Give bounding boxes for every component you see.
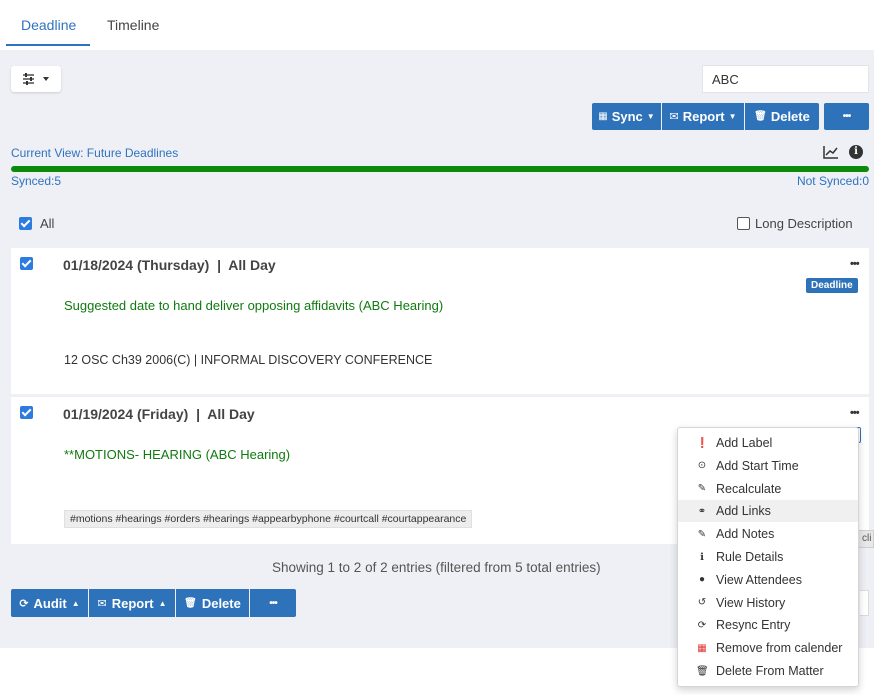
envelope-icon: ✉ bbox=[97, 597, 107, 610]
refresh-icon: ⟳ bbox=[19, 597, 29, 610]
entry-tags: #motions #hearings #orders #hearings #ap… bbox=[64, 510, 473, 528]
envelope-icon: ✉ bbox=[669, 111, 679, 123]
menu-item-label: Remove from calender bbox=[716, 641, 843, 656]
tab-deadline[interactable]: Deadline bbox=[21, 17, 76, 33]
long-description-label: Long Description bbox=[755, 216, 853, 231]
more-label: ••• bbox=[842, 111, 851, 122]
refresh-icon: ⟳ bbox=[697, 619, 707, 631]
sync-progress-fill bbox=[11, 166, 869, 172]
link-icon: ⚭ bbox=[697, 505, 707, 517]
footer-delete-button[interactable]: 🗑 Delete bbox=[176, 589, 249, 617]
entry-context-menu: ❗ Add Label ⊙ Add Start Time ✎ Recalculate ⚭ Ad… bbox=[677, 427, 859, 687]
select-all-label: All bbox=[40, 216, 55, 231]
menu-item-delete-from-matter[interactable]: 🗑 Delete From Matter bbox=[678, 660, 858, 682]
calendar-icon: ▦ bbox=[598, 111, 608, 122]
menu-item-label: Resync Entry bbox=[716, 618, 791, 633]
not-synced-count[interactable]: Not Synced:0 bbox=[797, 174, 869, 188]
sync-label: Sync bbox=[611, 109, 643, 124]
entry-date: 01/19/2024 (Friday) | All Day bbox=[63, 406, 255, 422]
menu-item-label: View Attendees bbox=[716, 572, 802, 587]
info-icon[interactable]: i bbox=[849, 145, 863, 159]
active-tab-underline bbox=[6, 44, 90, 46]
caret-down-icon: ▼ bbox=[728, 112, 737, 121]
caret-down-icon: ▼ bbox=[646, 112, 655, 121]
entry-date: 01/18/2024 (Thursday) | All Day bbox=[63, 257, 276, 273]
deadline-badge: Deadline bbox=[806, 278, 858, 293]
pin-icon: ❗ bbox=[696, 437, 709, 449]
search-input[interactable] bbox=[702, 65, 869, 93]
entry-more-button[interactable]: ••• bbox=[850, 258, 860, 270]
menu-item-rule-details[interactable]: ℹ Rule Details bbox=[678, 546, 858, 568]
entry-rule: 12 OSC Ch39 2006(C) | INFORMAL DISCOVERY… bbox=[64, 353, 433, 367]
entry-more-button[interactable]: ••• bbox=[850, 407, 860, 419]
entry-title[interactable]: **MOTIONS- HEARING (ABC Hearing) bbox=[64, 447, 290, 462]
calendar-remove-icon: ▦ bbox=[697, 642, 707, 654]
menu-item-add-notes[interactable]: ✎ Add Notes bbox=[678, 523, 858, 545]
entries-summary: Showing 1 to 2 of 2 entries (filtered fr… bbox=[272, 560, 601, 575]
delete-label: Delete bbox=[770, 109, 810, 124]
sliders-icon bbox=[23, 73, 49, 85]
entry-title[interactable]: Suggested date to hand deliver opposing … bbox=[64, 298, 443, 313]
menu-item-label: Recalculate bbox=[716, 481, 782, 496]
clock-icon: ⊙ bbox=[697, 460, 707, 472]
caret-up-icon: ▲ bbox=[71, 598, 80, 608]
menu-item-label: Add Notes bbox=[716, 527, 775, 542]
footer-report-button[interactable]: ✉ Report ▲ bbox=[89, 589, 175, 617]
menu-item-label: View History bbox=[716, 595, 786, 610]
history-icon: ↺ bbox=[697, 597, 707, 609]
footer-report-label: Report bbox=[111, 595, 154, 611]
tab-timeline[interactable]: Timeline bbox=[107, 17, 159, 33]
filter-settings-button[interactable] bbox=[11, 66, 61, 92]
more-actions-button[interactable]: ••• bbox=[824, 103, 869, 130]
delete-button[interactable]: 🗑 Delete bbox=[745, 103, 819, 130]
menu-item-label: Add Label bbox=[716, 436, 773, 450]
report-label: Report bbox=[682, 109, 725, 124]
audit-button[interactable]: ⟳ Audit ▲ bbox=[11, 589, 88, 617]
edit-icon: ✎ bbox=[697, 528, 707, 540]
report-button[interactable]: ✉ Report ▼ bbox=[662, 103, 744, 130]
footer-more-button[interactable]: ••• bbox=[250, 589, 296, 617]
menu-item-label: Rule Details bbox=[716, 550, 784, 564]
footer-more-label: ••• bbox=[269, 597, 277, 609]
entry-checkbox[interactable] bbox=[20, 257, 33, 270]
tooltip: cli bbox=[857, 530, 874, 548]
footer-delete-label: Delete bbox=[201, 595, 241, 611]
audit-label: Audit bbox=[33, 595, 67, 611]
menu-item-resync-entry[interactable]: ⟳ Resync Entry bbox=[678, 614, 858, 636]
menu-item-label: Add Start Time bbox=[716, 458, 799, 473]
entry-checkbox[interactable] bbox=[20, 406, 33, 419]
current-view-link[interactable]: Current View: Future Deadlines bbox=[11, 146, 178, 160]
trash-icon: 🗑 bbox=[184, 597, 197, 609]
synced-count[interactable]: Synced:5 bbox=[11, 174, 61, 188]
menu-item-view-attendees[interactable]: ● View Attendees bbox=[678, 569, 858, 591]
sync-button[interactable]: ▦ Sync ▼ bbox=[592, 103, 661, 130]
trash-icon: 🗑 bbox=[754, 111, 767, 122]
menu-item-view-history[interactable]: ↺ View History bbox=[678, 592, 858, 614]
deadline-entry: 01/18/2024 (Thursday) | All Day ••• Dead… bbox=[11, 248, 869, 394]
menu-item-add-start-time[interactable]: ⊙ Add Start Time bbox=[678, 455, 858, 477]
line-chart-icon[interactable] bbox=[823, 145, 839, 159]
user-icon: ● bbox=[698, 574, 706, 586]
menu-item-remove-from-calender[interactable]: ▦ Remove from calender bbox=[678, 637, 858, 659]
info-icon: ℹ bbox=[700, 551, 704, 563]
select-all-checkbox[interactable] bbox=[19, 217, 32, 230]
trash-icon: 🗑 bbox=[696, 665, 709, 677]
caret-up-icon: ▲ bbox=[158, 598, 167, 608]
tab-bar: Deadline Timeline bbox=[0, 0, 874, 50]
sync-progress-bar bbox=[11, 166, 869, 172]
page-size-select-edge[interactable] bbox=[860, 590, 869, 616]
menu-item-recalculate[interactable]: ✎ Recalculate bbox=[678, 478, 858, 500]
pencil-icon: ✎ bbox=[697, 483, 707, 495]
menu-item-add-links[interactable]: ⚭ Add Links bbox=[678, 500, 858, 523]
menu-item-label: Add Links bbox=[716, 504, 771, 519]
menu-item-add-label[interactable]: ❗ Add Label bbox=[678, 432, 858, 454]
long-description-checkbox[interactable] bbox=[737, 217, 750, 230]
menu-item-label: Delete From Matter bbox=[716, 664, 824, 678]
